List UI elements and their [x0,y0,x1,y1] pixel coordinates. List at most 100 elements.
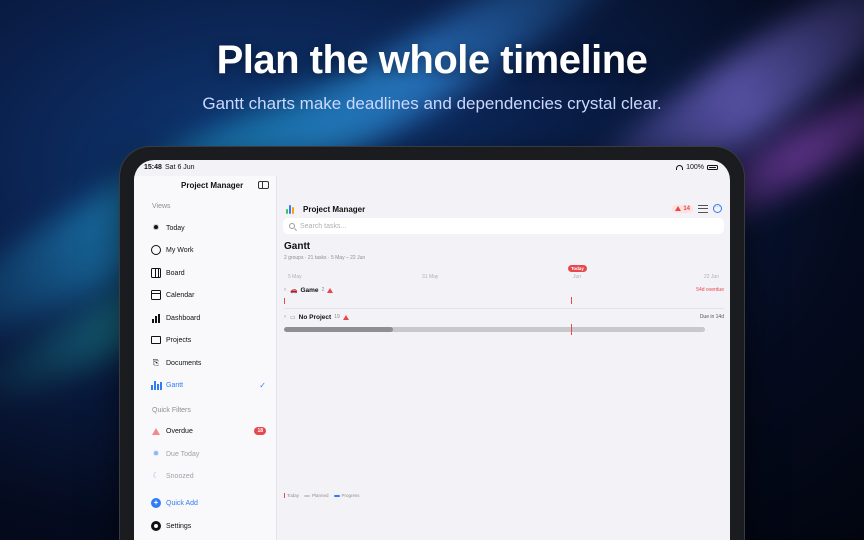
timeline-header: 5 May 31 May Jun 22 Jun Today [284,265,724,282]
overdue-pill[interactable]: 14 [672,204,693,213]
views-section-header: Views [152,203,171,210]
sidebar-item-gantt[interactable]: Gantt ✓ [150,378,266,392]
gantt-group-row[interactable]: › 🚗 Game 2 54d overdue [284,284,724,296]
sidebar-item-snoozed[interactable]: ☾ Snoozed [151,469,266,483]
search-placeholder: Search tasks... [300,222,347,230]
timeline-label: 22 Jun [704,274,720,280]
settings-label: Settings [166,522,192,530]
quick-add-button[interactable]: + Quick Add [151,496,266,510]
group-progress-bar[interactable] [284,327,705,332]
group-count: 2 [321,287,325,293]
legend-item-planned: Planned [304,493,329,498]
warning-icon [675,206,682,211]
group-status: Due in 14d [699,314,724,320]
sidebar-item-label: Projects [166,336,192,344]
gantt-group-row[interactable]: › ▭ No Project 19 Due in 14d [284,311,724,323]
wifi-icon [676,165,684,170]
car-icon: 🚗 [290,287,298,294]
sidebar-item-projects[interactable]: Projects [151,333,266,347]
quick-add-label: Quick Add [166,499,198,507]
filters-section-header: Quick Filters [152,407,191,414]
folder-icon [151,336,161,344]
sidebar-item-calendar[interactable]: Calendar [151,288,266,302]
settings-button[interactable]: Settings [151,519,266,533]
timeline-label: 5 May [288,274,302,280]
app-logo-icon [286,204,294,214]
group-status: 54d overdue [696,287,724,293]
list-icon[interactable] [698,204,708,213]
sidebar-item-label: Board [166,269,185,277]
search-field[interactable]: Search tasks... [283,218,724,234]
gantt-icon [150,380,162,390]
sidebar-item-due-today[interactable]: ✹ Due Today [151,447,266,461]
toolbar-title: Project Manager [303,205,366,214]
sidebar-item-label: Gantt [166,381,184,389]
sidebar-item-dashboard[interactable]: Dashboard [151,311,266,325]
chevron-right-icon: › [284,314,286,320]
divider [284,308,724,309]
search-icon [289,223,295,229]
app-screen: 15:48 Sat 6 Jun 100% Project Manager Vie… [134,160,730,540]
overdue-count-badge: 18 [254,427,266,435]
battery-percent: 100% [686,164,704,171]
legend-item-progress: Progress [333,493,360,498]
sidebar-item-label: Dashboard [166,314,201,322]
folder-icon: ▭ [290,314,296,321]
sidebar-item-label: Due Today [166,450,200,458]
today-marker: Today [568,265,587,272]
task-marker [284,298,285,304]
sidebar-item-my-work[interactable]: My Work [151,243,266,257]
today-line [571,324,572,335]
sidebar-item-label: Today [166,224,185,232]
warning-icon [327,287,334,293]
sidebar-item-label: Snoozed [166,472,194,480]
hero-title: Plan the whole timeline [216,38,648,82]
sidebar-item-label: My Work [166,246,194,254]
warning-icon [151,426,161,436]
board-icon [151,268,161,278]
sun-icon: ✹ [152,223,160,232]
sidebar-item-board[interactable]: Board [151,266,266,280]
paperclip-icon: ⎘ [152,358,160,367]
status-time: 15:48 [144,164,162,171]
moon-icon: ☾ [152,471,160,480]
sidebar-header: Project Manager [134,178,277,192]
timeline-label: Jun [573,274,582,280]
battery-icon [707,165,718,170]
sidebar-item-overdue[interactable]: Overdue 18 [151,424,266,438]
today-line [571,297,572,304]
sidebar-item-documents[interactable]: ⎘ Documents [151,356,266,370]
calendar-icon [151,290,161,300]
overdue-count: 14 [683,205,690,212]
sidebar: Project Manager Views ✹ Today My Work Bo… [134,176,277,540]
chevron-down-icon: › [284,287,286,293]
group-name: Game [300,286,319,294]
sidebar-item-today[interactable]: ✹ Today [151,221,266,235]
gantt-summary: 2 groups · 21 tasks · 5 May – 22 Jun [284,255,366,261]
main-content: Project Manager 14 ··· Search tasks... G… [278,176,730,540]
group-count: 19 [334,314,340,320]
plus-icon: + [151,498,161,508]
gantt-legend: Today Planned Progress [284,493,360,498]
timeline-label: 31 May [422,274,439,280]
checkmark-icon: ✓ [259,380,266,390]
legend-item-today: Today [284,493,299,498]
sidebar-item-label: Documents [166,359,202,367]
toolbar: Project Manager 14 ··· [278,202,730,216]
more-icon[interactable]: ··· [713,204,722,213]
sidebar-item-label: Overdue [166,427,193,435]
hero-subtitle: Gantt charts make deadlines and dependen… [202,94,662,113]
gear-icon [151,521,161,531]
group-progress-fill [284,327,394,332]
status-indicators: 100% [676,164,718,171]
sun-icon: ✹ [152,449,160,458]
status-bar: 15:48 Sat 6 Jun 100% [134,160,730,176]
status-date: Sat 6 Jun [165,164,195,171]
sidebar-title: Project Manager [181,181,244,190]
chart-bars-icon [151,313,161,323]
page-title: Gantt [284,241,311,252]
warning-icon [342,314,349,320]
person-icon [151,245,161,255]
toolbar-actions: 14 ··· [672,204,722,213]
sidebar-toggle-icon[interactable] [258,181,269,189]
